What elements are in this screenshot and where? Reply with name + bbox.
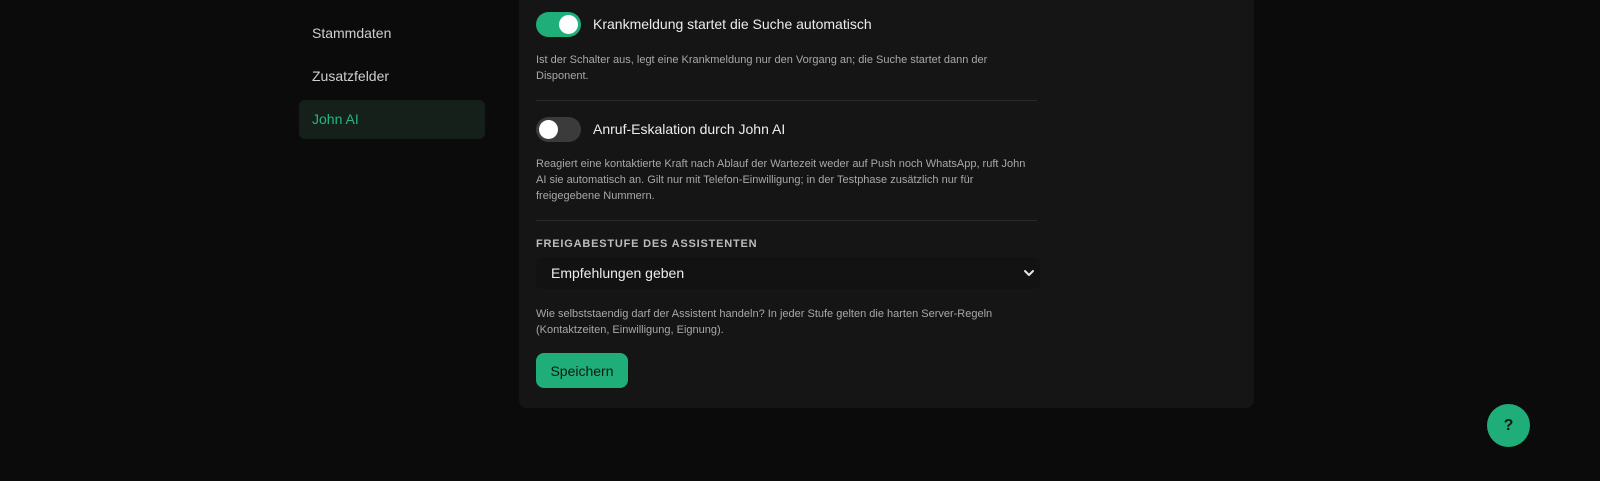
approval-level-value: Empfehlungen geben [551,265,685,281]
chevron-down-icon [1024,270,1034,276]
settings-page: Stammdaten Zusatzfelder John AI Krankmel… [0,0,1600,481]
approval-level-description: Wie selbststaendig darf der Assistent ha… [536,308,993,336]
sidebar-item-stammdaten[interactable]: Stammdaten [299,14,485,53]
auto-search-label: Krankmeldung startet die Suche automatis… [593,16,872,32]
sidebar-item-john-ai[interactable]: John AI [299,100,485,139]
auto-search-description: Ist der Schalter aus, legt eine Krankmel… [536,54,988,82]
approval-level-label: FREIGABESTUFE DES ASSISTENTEN [536,238,758,250]
settings-card: Krankmeldung startet die Suche automatis… [519,0,1254,408]
call-escalation-toggle[interactable] [536,116,581,142]
approval-level-select[interactable]: Empfehlungen geben [536,257,1040,289]
toggle-knob [559,14,578,34]
divider [536,100,1037,101]
call-escalation-label: Anruf-Eskalation durch John AI [593,121,786,137]
auto-search-setting: Krankmeldung startet die Suche automatis… [536,11,1037,84]
call-escalation-description: Reagiert eine kontaktierte Kraft nach Ab… [536,158,1026,202]
save-button[interactable]: Speichern [536,353,628,388]
call-escalation-setting: Anruf-Eskalation durch John AI Reagiert … [536,116,1037,204]
help-icon[interactable]: ? [1487,404,1530,447]
divider [536,220,1037,221]
settings-sidebar: Stammdaten Zusatzfelder John AI [299,14,485,143]
sidebar-item-zusatzfelder[interactable]: Zusatzfelder [299,57,485,96]
toggle-knob [539,119,558,139]
auto-search-toggle[interactable] [536,11,581,37]
